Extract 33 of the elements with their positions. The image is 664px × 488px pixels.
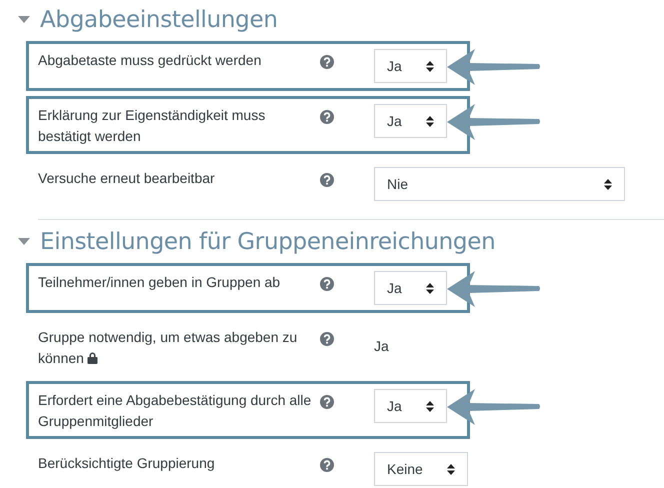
- help-icon[interactable]: [320, 332, 334, 346]
- help-icon[interactable]: [320, 277, 334, 291]
- collapse-caret-icon[interactable]: [18, 16, 30, 24]
- updown-caret-icon: [426, 282, 434, 294]
- help-icon[interactable]: [320, 458, 334, 472]
- collapse-caret-icon[interactable]: [18, 238, 30, 246]
- updown-caret-icon: [426, 60, 434, 72]
- help-icon[interactable]: [320, 395, 334, 409]
- help-icon[interactable]: [320, 55, 334, 69]
- help-icon[interactable]: [320, 173, 334, 187]
- updown-caret-icon: [426, 400, 434, 412]
- field-value: Ja: [374, 337, 389, 354]
- select-dropdown[interactable]: Ja: [374, 271, 447, 305]
- field-label: Gruppe notwendig, um etwas abgeben zu können: [38, 329, 298, 366]
- arrow-icon: [447, 102, 541, 142]
- arrow-icon: [447, 387, 541, 427]
- updown-caret-icon: [446, 464, 455, 474]
- field-label: Teilnehmer/innen geben in Gruppen ab: [38, 274, 280, 290]
- field-label: Versuche erneut bearbeitbar: [38, 170, 215, 186]
- select-dropdown[interactable]: Keine: [374, 452, 468, 486]
- select-dropdown[interactable]: Ja: [374, 49, 447, 83]
- help-icon[interactable]: [320, 110, 334, 124]
- arrow-icon: [447, 269, 541, 309]
- select-dropdown[interactable]: Ja: [374, 389, 447, 423]
- field-label: Erfordert eine Abgabebestätigung durch alle Gruppenmitglieder: [38, 392, 312, 429]
- field-label: Abgabetaste muss gedrückt werden: [38, 52, 262, 68]
- updown-caret-icon: [604, 178, 612, 190]
- field-label: Erklärung zur Eigenständigkeit muss bestätigt werden: [38, 107, 266, 144]
- select-dropdown[interactable]: Ja: [374, 104, 447, 138]
- field-label: Berücksichtigte Gruppierung: [38, 455, 215, 471]
- arrow-icon: [447, 47, 541, 87]
- select-dropdown[interactable]: Nie: [374, 167, 625, 201]
- updown-caret-icon: [426, 116, 434, 126]
